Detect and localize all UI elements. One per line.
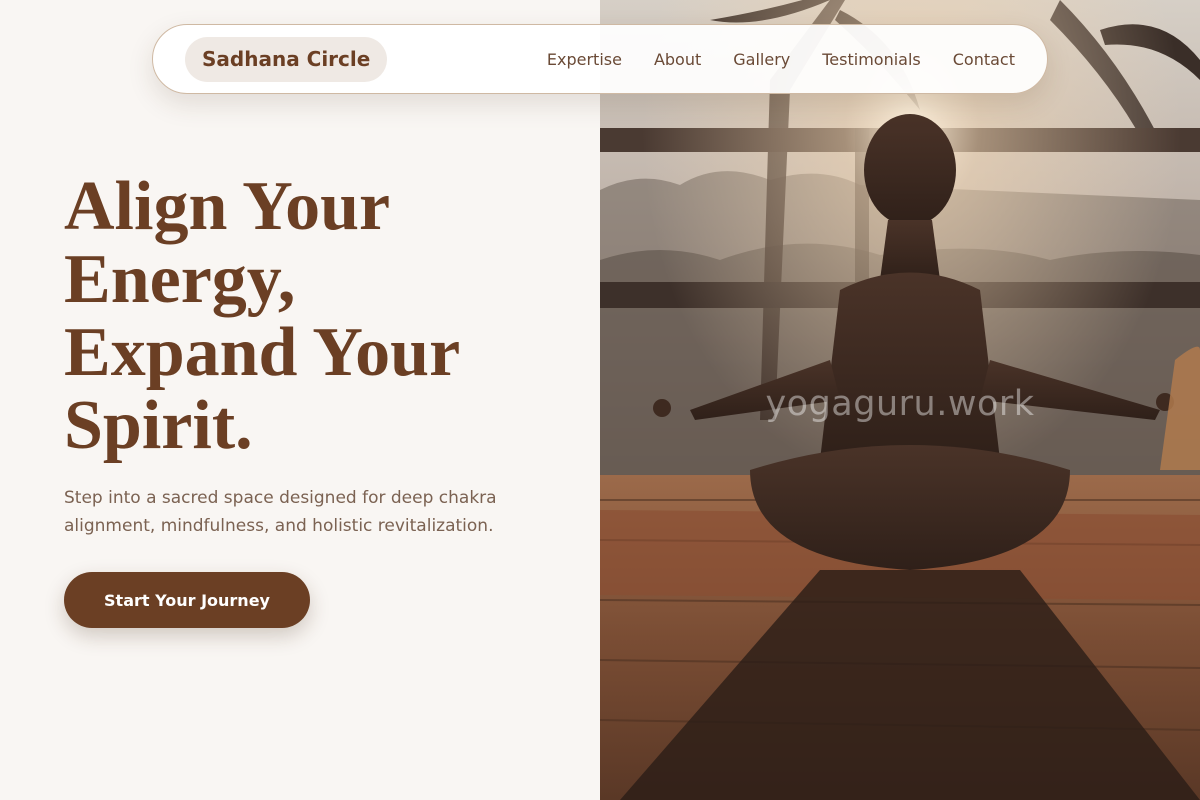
nav-link-gallery[interactable]: Gallery bbox=[733, 50, 790, 69]
hero-title: Align Your Energy, Expand Your Spirit. bbox=[64, 170, 584, 462]
top-navigation: Sadhana Circle Expertise About Gallery T… bbox=[152, 24, 1048, 94]
hero-title-line: Expand Your bbox=[64, 314, 461, 391]
start-journey-button[interactable]: Start Your Journey bbox=[64, 572, 310, 628]
hero-subtitle: Step into a sacred space designed for de… bbox=[64, 488, 497, 536]
nav-link-expertise[interactable]: Expertise bbox=[547, 50, 622, 69]
nav-links: Expertise About Gallery Testimonials Con… bbox=[547, 50, 1015, 69]
hero-title-line: Energy, bbox=[64, 241, 296, 318]
hero-title-line: Align Your bbox=[64, 168, 391, 245]
hero-title-line: Spirit. bbox=[64, 387, 253, 464]
nav-link-contact[interactable]: Contact bbox=[953, 50, 1015, 69]
watermark-text: yogaguru.work bbox=[765, 384, 1035, 424]
nav-link-testimonials[interactable]: Testimonials bbox=[822, 50, 921, 69]
brand-logo[interactable]: Sadhana Circle bbox=[185, 36, 388, 82]
nav-link-about[interactable]: About bbox=[654, 50, 701, 69]
